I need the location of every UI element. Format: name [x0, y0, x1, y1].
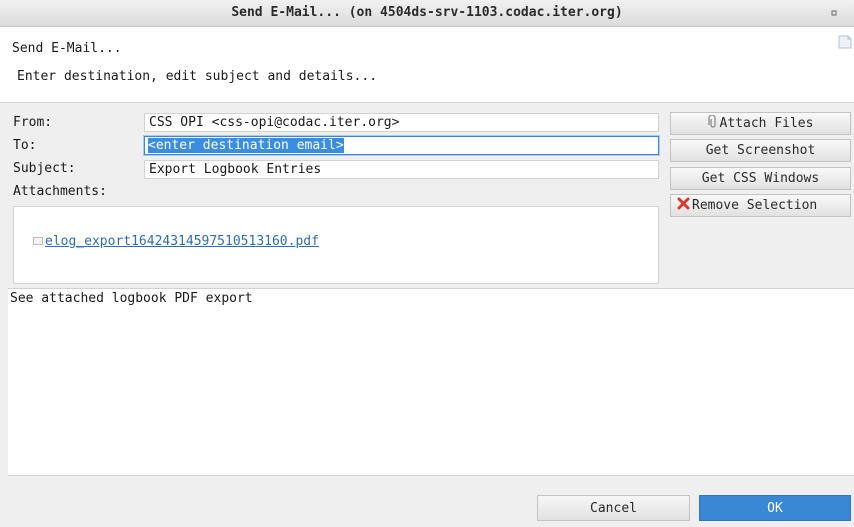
from-label: From: [13, 115, 53, 130]
attachment-link[interactable]: elog_export16424314597510513160.pdf [45, 234, 319, 249]
get-css-windows-label: Get CSS Windows [701, 171, 820, 186]
email-form: From: CSS OPI <css-opi@codac.iter.org> T… [8, 109, 664, 287]
attachments-list[interactable]: elog_export16424314597510513160.pdf [13, 206, 659, 284]
dialog-header: Send E-Mail... Enter destination, edit s… [0, 27, 854, 103]
attachments-label: Attachments: [13, 184, 107, 199]
list-item[interactable]: elog_export16424314597510513160.pdf [33, 234, 319, 249]
to-label: To: [13, 138, 37, 153]
remove-selection-button[interactable]: Remove Selection [670, 194, 851, 217]
file-icon [33, 234, 43, 245]
to-field-selected-text: <enter destination email> [148, 138, 344, 153]
email-body-textarea[interactable]: See attached logbook PDF export [8, 288, 854, 476]
from-field[interactable]: CSS OPI <css-opi@codac.iter.org> [144, 113, 659, 132]
to-field[interactable]: <enter destination email> [144, 136, 659, 155]
dialog-title: Send E-Mail... [12, 41, 122, 56]
subject-label: Subject: [13, 161, 76, 176]
window-title: Send E-Mail... (on 4504ds-srv-1103.codac… [231, 5, 623, 20]
remove-x-icon [677, 197, 690, 214]
attach-files-button[interactable]: Attach Files [670, 112, 851, 135]
dialog-description: Enter destination, edit subject and deta… [17, 69, 378, 84]
subject-field[interactable]: Export Logbook Entries [144, 160, 659, 179]
remove-selection-label: Remove Selection [692, 198, 818, 213]
window-maximize-icon[interactable] [828, 7, 840, 19]
window-titlebar[interactable]: Send E-Mail... (on 4504ds-srv-1103.codac… [0, 0, 854, 27]
get-screenshot-label: Get Screenshot [705, 143, 816, 158]
dialog-banner-icon [838, 35, 852, 49]
cancel-button[interactable]: Cancel [537, 495, 690, 521]
get-screenshot-button[interactable]: Get Screenshot [670, 139, 851, 162]
ok-button[interactable]: OK [699, 495, 851, 521]
get-css-windows-button[interactable]: Get CSS Windows [670, 167, 851, 190]
attach-files-label: Attach Files [719, 116, 814, 131]
paperclip-icon [707, 113, 718, 133]
